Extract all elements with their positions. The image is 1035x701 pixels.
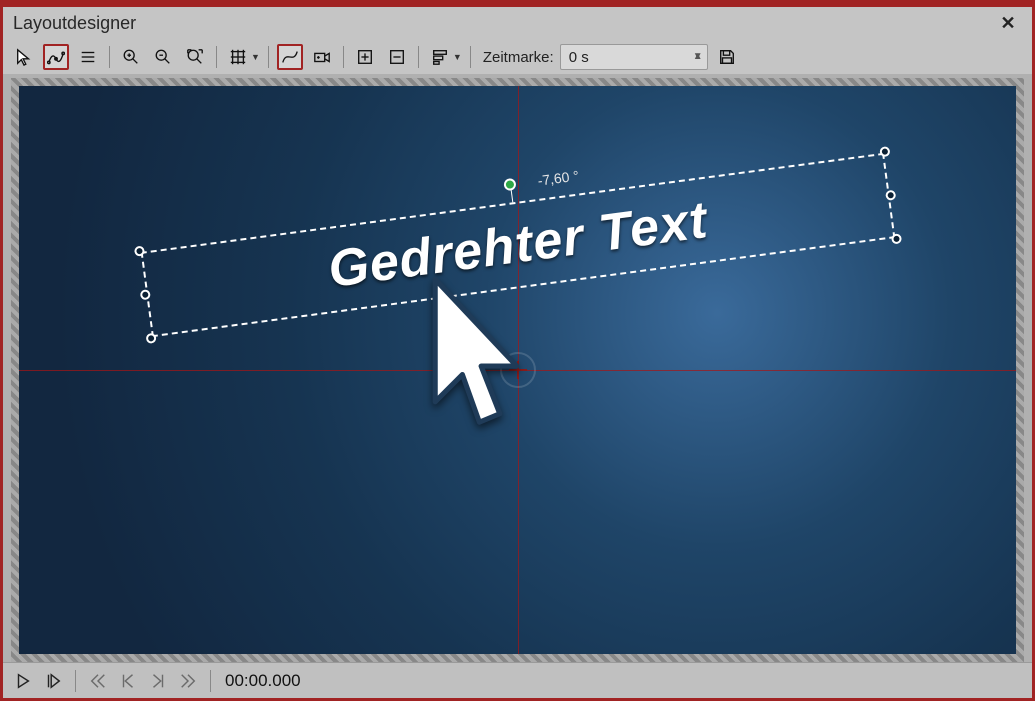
resize-handle[interactable] <box>145 333 156 344</box>
zoom-in-button[interactable] <box>118 44 144 70</box>
save-button[interactable] <box>714 44 740 70</box>
toolbar: ▼ ▼ Zeitmarke: 0 s ▲ ▼ <box>3 40 1032 74</box>
dropdown-arrow-icon[interactable]: ▼ <box>251 52 260 62</box>
minus-box-icon <box>388 48 406 66</box>
select-tool[interactable] <box>11 44 37 70</box>
close-button[interactable]: ✕ <box>994 7 1022 40</box>
toolbar-separator <box>470 46 471 68</box>
align-icon <box>431 48 449 66</box>
timecode-display: 00:00.000 <box>225 671 301 691</box>
add-button[interactable] <box>352 44 378 70</box>
rotation-readout: -7,60 ° <box>536 167 579 188</box>
center-pivot-handle[interactable] <box>500 352 536 388</box>
camera-icon <box>313 48 331 66</box>
playbar-separator <box>210 670 211 692</box>
canvas-frame: -7,60 ° Gedrehter Text <box>11 78 1024 662</box>
rewind-start-button[interactable] <box>86 669 110 693</box>
rotation-handle[interactable] <box>503 178 516 191</box>
timemark-value: 0 s <box>569 49 589 66</box>
align-button[interactable] <box>427 44 453 70</box>
resize-handle[interactable] <box>890 233 901 244</box>
camera-button[interactable] <box>309 44 335 70</box>
zoom-fit-button[interactable] <box>182 44 208 70</box>
step-forward-icon <box>149 672 167 690</box>
toolbar-separator <box>109 46 110 68</box>
bezier-icon <box>47 48 65 66</box>
play-step-button[interactable] <box>41 669 65 693</box>
step-back-button[interactable] <box>116 669 140 693</box>
grid-button[interactable] <box>225 44 251 70</box>
canvas[interactable]: -7,60 ° Gedrehter Text <box>19 86 1016 654</box>
plus-box-icon <box>356 48 374 66</box>
rewind-start-icon <box>89 672 107 690</box>
toolbar-separator <box>268 46 269 68</box>
playback-bar: 00:00.000 <box>3 662 1032 698</box>
playbar-separator <box>75 670 76 692</box>
grid-icon <box>229 48 247 66</box>
play-step-icon <box>44 672 62 690</box>
curve-tool[interactable] <box>277 44 303 70</box>
play-icon <box>14 672 32 690</box>
cursor-arrow-icon <box>15 48 33 66</box>
step-back-icon <box>119 672 137 690</box>
dropdown-arrow-icon[interactable]: ▼ <box>453 52 462 62</box>
step-forward-button[interactable] <box>146 669 170 693</box>
curve-icon <box>281 48 299 66</box>
remove-button[interactable] <box>384 44 410 70</box>
bezier-tool[interactable] <box>43 44 69 70</box>
list-tool[interactable] <box>75 44 101 70</box>
layoutdesigner-window: Layoutdesigner ✕ ▼ <box>0 0 1035 701</box>
timemark-input[interactable]: 0 s ▲ ▼ <box>560 44 708 70</box>
zoom-out-button[interactable] <box>150 44 176 70</box>
zoom-fit-icon <box>186 48 204 66</box>
text-object-content: Gedrehter Text <box>324 190 711 300</box>
timemark-label: Zeitmarke: <box>483 49 554 66</box>
toolbar-separator <box>343 46 344 68</box>
zoom-out-icon <box>154 48 172 66</box>
toolbar-separator <box>216 46 217 68</box>
list-icon <box>79 48 97 66</box>
window-title: Layoutdesigner <box>13 13 136 34</box>
titlebar: Layoutdesigner ✕ <box>3 7 1032 40</box>
toolbar-separator <box>418 46 419 68</box>
save-icon <box>718 48 736 66</box>
forward-end-button[interactable] <box>176 669 200 693</box>
zoom-in-icon <box>122 48 140 66</box>
forward-end-icon <box>179 672 197 690</box>
play-button[interactable] <box>11 669 35 693</box>
